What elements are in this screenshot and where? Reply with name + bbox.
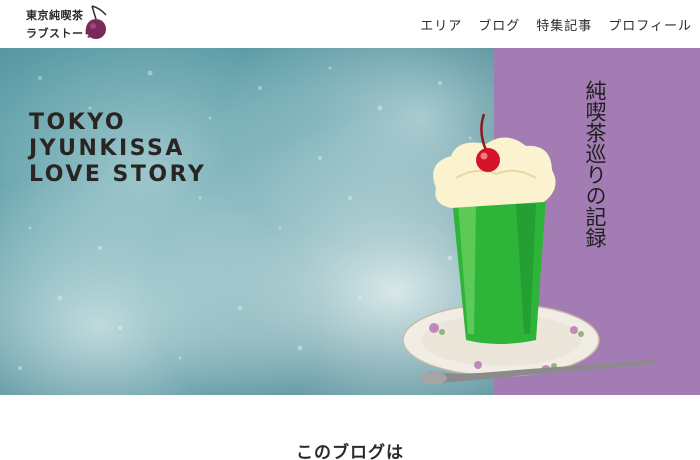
cream-soda-image (402, 113, 654, 384)
nav-item-blog[interactable]: ブログ (478, 15, 520, 34)
hero-title-line: LOVE STORY (29, 162, 207, 187)
hero-title-line: TOKYO (29, 110, 127, 135)
main-nav: エリア ブログ 特集記事 プロフィール (420, 15, 692, 34)
cherry-icon (86, 5, 107, 39)
logo-line1: 東京純喫茶 (26, 9, 84, 22)
section-heading: このブログは (296, 443, 404, 460)
hero-title: TOKYO JYUNKISSA LOVE STORY (29, 110, 206, 188)
site-logo[interactable]: 東京純喫茶 ラブストーリー (26, 5, 110, 43)
nav-item-profile[interactable]: プロフィール (608, 15, 692, 34)
hero-title-line: JYUNKISSA (29, 136, 185, 161)
nav-item-features[interactable]: 特集記事 (536, 15, 592, 34)
vertical-caption: 純喫茶巡りの記録 (583, 80, 607, 248)
nav-item-area[interactable]: エリア (420, 15, 462, 34)
site-header: 東京純喫茶 ラブストーリー エリア ブログ 特集記事 プロフィール (0, 0, 700, 48)
hero-banner: TOKYO JYUNKISSA LOVE STORY 純喫茶巡りの記録 (0, 48, 700, 395)
